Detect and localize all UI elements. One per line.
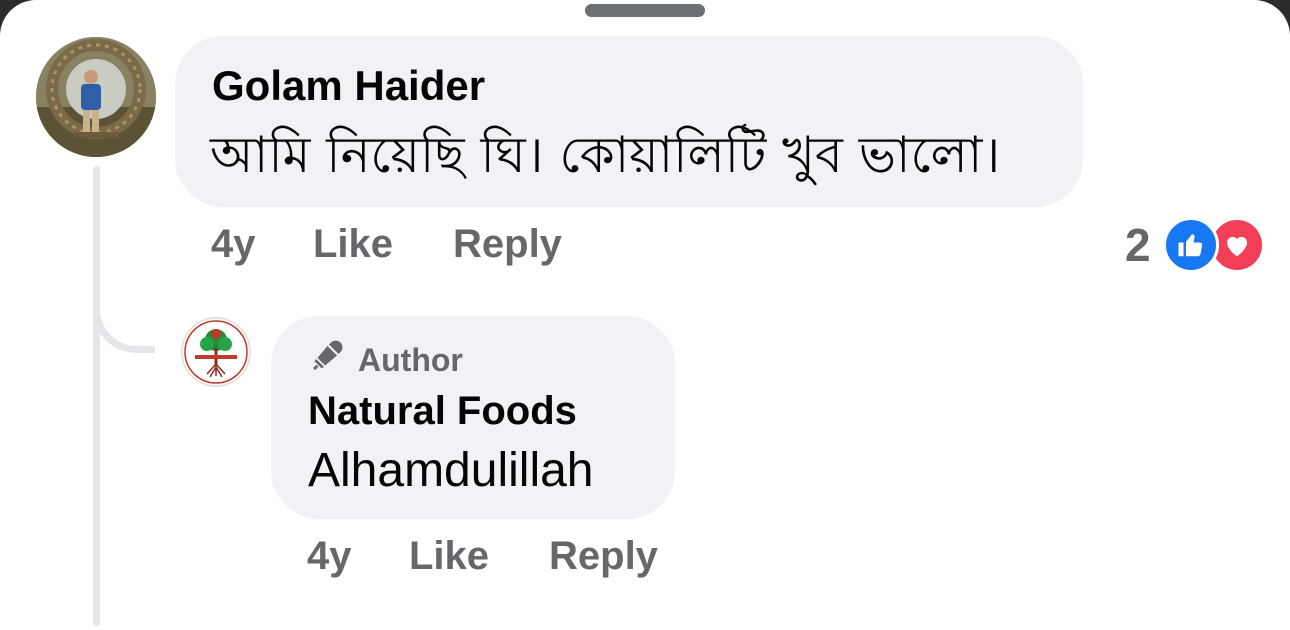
thread-line <box>93 166 100 626</box>
commenter-avatar[interactable] <box>36 37 156 157</box>
author-badge: Author <box>308 340 463 380</box>
reply-timestamp[interactable]: 4y <box>307 534 409 579</box>
comment-text: আমি নিয়েছি ঘি। কোয়ালিটি খুব ভালো। <box>210 126 1001 184</box>
reply-like-button[interactable]: Like <box>409 534 549 579</box>
sheet-grabber[interactable] <box>585 4 705 17</box>
reaction-count: 2 <box>1125 219 1151 271</box>
comment-timestamp[interactable]: 4y <box>211 222 313 267</box>
comment-author-name[interactable]: Golam Haider <box>212 62 485 110</box>
comments-sheet: Golam Haider আমি নিয়েছি ঘি। কোয়ালিটি খ… <box>0 0 1290 630</box>
microphone-icon <box>308 337 346 383</box>
thread-connector <box>93 280 155 353</box>
page-avatar[interactable] <box>181 317 251 387</box>
reply-author-name[interactable]: Natural Foods <box>308 389 577 434</box>
comment-like-button[interactable]: Like <box>313 222 453 267</box>
reply-actions: 4y Like Reply <box>307 534 658 579</box>
reply-reply-button[interactable]: Reply <box>549 534 658 579</box>
reply-text: Alhamdulillah <box>308 444 594 497</box>
author-badge-label: Author <box>358 341 463 378</box>
like-icon <box>1162 217 1219 273</box>
reaction-summary[interactable]: 2 <box>1125 217 1265 273</box>
comment-reply-button[interactable]: Reply <box>453 222 562 267</box>
comment-actions: 4y Like Reply <box>211 222 562 267</box>
